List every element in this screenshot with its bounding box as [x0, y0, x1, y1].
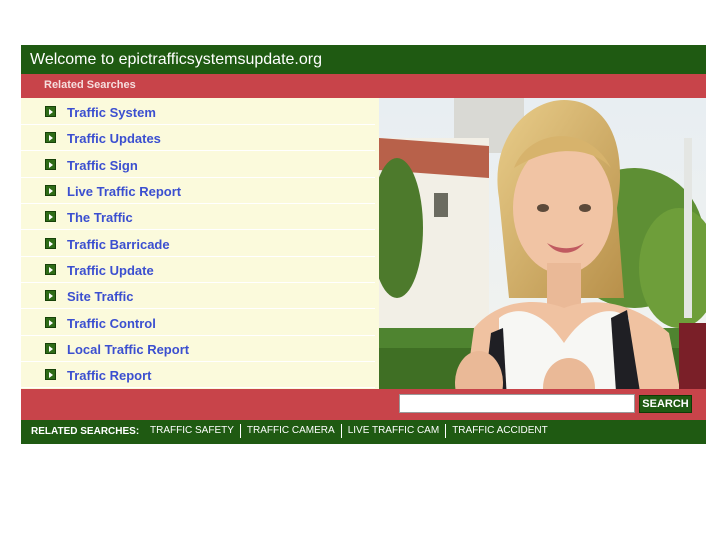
arrow-bullet-icon: [45, 185, 56, 196]
list-item[interactable]: Traffic Sign: [21, 153, 375, 178]
list-item[interactable]: Traffic Update: [21, 258, 375, 283]
list-item-label[interactable]: Site Traffic: [67, 284, 133, 309]
list-item-label[interactable]: Traffic Control: [67, 311, 156, 336]
list-item-label[interactable]: Traffic Update: [67, 258, 154, 283]
footer-lead-label: RELATED SEARCHES:: [31, 426, 140, 437]
list-item-label[interactable]: Traffic Updates: [67, 126, 161, 151]
arrow-bullet-icon: [45, 290, 56, 301]
list-item-label[interactable]: Traffic Barricade: [67, 232, 170, 257]
footer-links: TRAFFIC SAFETY TRAFFIC CAMERA LIVE TRAFFIC…: [144, 420, 554, 444]
list-item-label[interactable]: Local Traffic Report: [67, 337, 189, 362]
list-item[interactable]: Traffic Report: [21, 363, 375, 388]
list-item[interactable]: The Traffic: [21, 205, 375, 230]
list-item-label[interactable]: Traffic Report: [67, 363, 152, 388]
list-item[interactable]: Traffic System: [21, 100, 375, 125]
arrow-bullet-icon: [45, 211, 56, 222]
list-item[interactable]: Traffic Barricade: [21, 232, 375, 257]
page-frame: Welcome to epictrafficsystemsupdate.org …: [21, 45, 706, 444]
list-item[interactable]: Traffic Control: [21, 311, 375, 336]
footer-link[interactable]: TRAFFIC ACCIDENT: [445, 424, 554, 439]
related-searches-bar: Related Searches: [21, 74, 706, 98]
list-item-label[interactable]: The Traffic: [67, 205, 133, 230]
related-search-list: Traffic System Traffic Updates Traffic S…: [21, 98, 379, 436]
footer-related-searches: RELATED SEARCHES: TRAFFIC SAFETY TRAFFIC …: [21, 420, 706, 444]
list-item-label[interactable]: Traffic Sign: [67, 153, 138, 178]
site-title: Welcome to epictrafficsystemsupdate.org: [30, 51, 322, 68]
list-item[interactable]: Site Traffic: [21, 284, 375, 309]
arrow-bullet-icon: [45, 317, 56, 328]
arrow-bullet-icon: [45, 369, 56, 380]
list-item-label[interactable]: Traffic System: [67, 100, 156, 125]
arrow-bullet-icon: [45, 264, 56, 275]
arrow-bullet-icon: [45, 238, 56, 249]
search-input[interactable]: [399, 394, 635, 413]
arrow-bullet-icon: [45, 106, 56, 117]
footer-link[interactable]: LIVE TRAFFIC CAM: [340, 424, 446, 439]
arrow-bullet-icon: [45, 343, 56, 354]
student-photo: [379, 98, 706, 436]
list-item[interactable]: Live Traffic Report: [21, 179, 375, 204]
related-searches-label: Related Searches: [44, 79, 136, 91]
footer-link[interactable]: TRAFFIC SAFETY: [144, 424, 240, 438]
list-item[interactable]: Local Traffic Report: [21, 337, 375, 362]
list-item[interactable]: Traffic Updates: [21, 126, 375, 151]
search-button[interactable]: SEARCH: [639, 395, 692, 413]
arrow-bullet-icon: [45, 159, 56, 170]
list-item-label[interactable]: Live Traffic Report: [67, 179, 181, 204]
search-bar: SEARCH: [21, 389, 706, 420]
footer-link[interactable]: TRAFFIC CAMERA: [239, 424, 341, 439]
header-bar: Welcome to epictrafficsystemsupdate.org: [21, 45, 706, 74]
arrow-bullet-icon: [45, 132, 56, 143]
